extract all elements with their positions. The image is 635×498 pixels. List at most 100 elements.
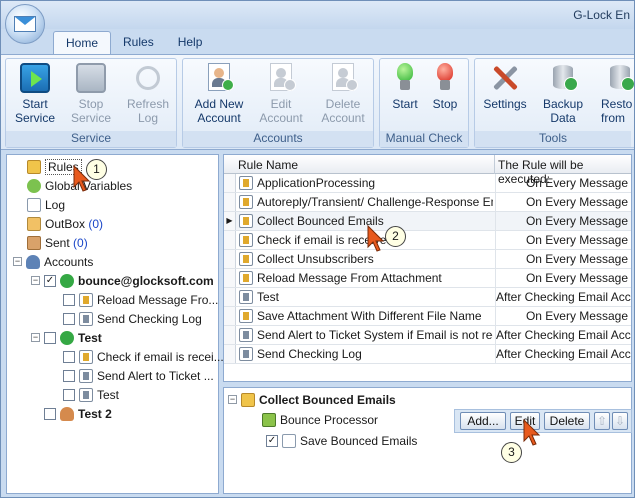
rule-row[interactable]: Check if email is received On Every Messa… bbox=[224, 231, 631, 250]
row-indicator[interactable] bbox=[224, 193, 236, 211]
account-rule-label: Check if email is recei... bbox=[97, 349, 224, 364]
rule-row[interactable]: Send Alert to Ticket System if Email is … bbox=[224, 326, 631, 345]
rule-exec-cell: After Checking Email Acc... bbox=[495, 288, 631, 306]
start-service-label-2: Service bbox=[14, 111, 55, 125]
account-test-label: Test bbox=[78, 330, 102, 345]
outbox-count: (0) bbox=[88, 216, 104, 231]
detail-action-row[interactable]: ✓ Save Bounced Emails bbox=[266, 431, 417, 450]
stop-service-label-1: Stop bbox=[78, 97, 104, 111]
delete-processor-button[interactable]: Delete bbox=[544, 412, 590, 430]
restore-from-button[interactable]: Resto from bbox=[601, 63, 634, 125]
tree-item-account-rule[interactable]: Check if email is recei... bbox=[63, 347, 224, 366]
tree-item-account-test2[interactable]: Test 2 bbox=[44, 404, 112, 423]
rules-grid: Rule Name The Rule will be executed: App… bbox=[223, 154, 632, 382]
detail-action-label: Save Bounced Emails bbox=[300, 433, 418, 448]
account-test2-label: Test 2 bbox=[78, 406, 112, 421]
collapse-icon[interactable]: − bbox=[228, 395, 237, 404]
tree-item-account-rule[interactable]: Send Checking Log bbox=[63, 309, 202, 328]
rule-row[interactable]: Send Checking Log After Checking Email Ac… bbox=[224, 345, 631, 364]
rule-icon bbox=[239, 347, 253, 361]
app-menu-orb-icon[interactable] bbox=[5, 4, 45, 44]
row-indicator[interactable] bbox=[224, 250, 236, 268]
green-light-icon bbox=[390, 63, 420, 93]
rules-icon bbox=[27, 159, 41, 174]
refresh-log-button[interactable]: Refresh Log bbox=[122, 63, 174, 125]
rule-exec-cell: After Checking Email Acc... bbox=[495, 345, 631, 363]
detail-rule-title-row[interactable]: − Collect Bounced Emails bbox=[228, 390, 396, 409]
account-checkbox[interactable] bbox=[44, 331, 56, 344]
edit-account-button[interactable]: Edit Account bbox=[251, 63, 311, 125]
tree-item-log[interactable]: Log bbox=[27, 195, 65, 214]
account-checkbox[interactable]: ✓ bbox=[44, 274, 56, 287]
rule-row[interactable]: ApplicationProcessing On Every Message bbox=[224, 174, 631, 193]
stop-icon bbox=[76, 63, 106, 93]
row-indicator[interactable] bbox=[224, 174, 236, 192]
account-rule-label: Reload Message Fro... bbox=[97, 292, 219, 307]
add-new-account-button[interactable]: Add New Account bbox=[189, 63, 249, 125]
account-checkbox[interactable] bbox=[44, 407, 56, 420]
move-down-icon[interactable]: ⇩ bbox=[612, 412, 628, 430]
rule-exec-cell: After Checking Email Acc... bbox=[495, 326, 631, 344]
detail-processor-row[interactable]: Bounce Processor bbox=[262, 410, 378, 429]
backup-label-2: Data bbox=[550, 111, 576, 125]
action-checkbox[interactable]: ✓ bbox=[266, 434, 278, 447]
manual-check-start-button[interactable]: Start bbox=[386, 63, 424, 111]
rule-name-cell: Send Alert to Ticket System if Email is … bbox=[257, 328, 493, 342]
move-up-icon[interactable]: ⇧ bbox=[594, 412, 610, 430]
add-processor-button[interactable]: Add... bbox=[460, 412, 506, 430]
tab-rules[interactable]: Rules bbox=[111, 31, 166, 55]
rule-row[interactable]: Save Attachment With Different File Name… bbox=[224, 307, 631, 326]
row-pointer-icon[interactable]: ▶ bbox=[224, 212, 236, 230]
row-indicator[interactable] bbox=[224, 307, 236, 325]
rule-row[interactable]: Collect Unsubscribers On Every Message bbox=[224, 250, 631, 269]
ribbon-tabs: Home Rules Help bbox=[53, 31, 214, 55]
tree-item-accounts[interactable]: − Accounts bbox=[13, 252, 93, 271]
rule-checkbox[interactable] bbox=[63, 369, 75, 382]
tree-item-outbox[interactable]: OutBox (0) bbox=[27, 214, 103, 233]
settings-button[interactable]: Settings bbox=[479, 63, 531, 111]
rule-exec-cell: On Every Message bbox=[495, 250, 631, 268]
tree-item-account-rule[interactable]: Test bbox=[63, 385, 119, 404]
rule-icon bbox=[239, 176, 253, 190]
rule-checkbox[interactable] bbox=[63, 312, 75, 325]
manual-check-stop-button[interactable]: Stop bbox=[426, 63, 464, 111]
rule-checkbox[interactable] bbox=[63, 293, 75, 306]
start-service-button[interactable]: Start Service bbox=[10, 63, 60, 125]
tree-item-account-rule[interactable]: Reload Message Fro... bbox=[63, 290, 218, 309]
rules-grid-header: Rule Name The Rule will be executed: bbox=[224, 155, 631, 186]
tree-item-account-test[interactable]: − Test bbox=[31, 328, 102, 347]
account-active-icon bbox=[60, 273, 74, 288]
rule-row[interactable]: ▶ Collect Bounced Emails On Every Message bbox=[224, 212, 631, 231]
rule-checkbox[interactable] bbox=[63, 350, 75, 363]
backup-db-icon bbox=[548, 63, 578, 93]
row-indicator[interactable] bbox=[224, 269, 236, 287]
rule-icon bbox=[79, 292, 93, 307]
collapse-icon[interactable]: − bbox=[31, 276, 40, 285]
rule-checkbox[interactable] bbox=[63, 388, 75, 401]
rule-icon bbox=[239, 309, 253, 323]
save-action-icon bbox=[282, 433, 296, 448]
tree-item-sent[interactable]: Sent (0) bbox=[27, 233, 88, 252]
settings-label: Settings bbox=[483, 97, 527, 111]
backup-data-button[interactable]: Backup Data bbox=[541, 63, 585, 125]
tab-help[interactable]: Help bbox=[166, 31, 215, 55]
collapse-icon[interactable]: − bbox=[13, 257, 22, 266]
account-rule-label: Test bbox=[97, 387, 120, 402]
edit-account-icon bbox=[266, 63, 296, 93]
tree-item-account-bounce[interactable]: − ✓ bounce@glocksoft.com bbox=[31, 271, 214, 290]
stop-service-button[interactable]: Stop Service bbox=[66, 63, 116, 125]
tab-home[interactable]: Home bbox=[53, 31, 112, 55]
delete-account-button[interactable]: Delete Account bbox=[313, 63, 373, 125]
restore-label-2: from bbox=[601, 111, 625, 125]
row-indicator[interactable] bbox=[224, 231, 236, 249]
collapse-icon[interactable]: − bbox=[31, 333, 40, 342]
rule-row[interactable]: Autoreply/Transient/ Challenge-Response … bbox=[224, 193, 631, 212]
tree-item-account-rule[interactable]: Send Alert to Ticket ... bbox=[63, 366, 214, 385]
row-indicator[interactable] bbox=[224, 326, 236, 344]
rule-exec-cell: On Every Message bbox=[495, 269, 631, 287]
row-indicator[interactable] bbox=[224, 288, 236, 306]
rule-row[interactable]: Test After Checking Email Acc... bbox=[224, 288, 631, 307]
column-header-rule-name[interactable]: Rule Name bbox=[238, 158, 298, 172]
row-indicator[interactable] bbox=[224, 345, 236, 363]
rule-row[interactable]: Reload Message From Attachment On Every M… bbox=[224, 269, 631, 288]
